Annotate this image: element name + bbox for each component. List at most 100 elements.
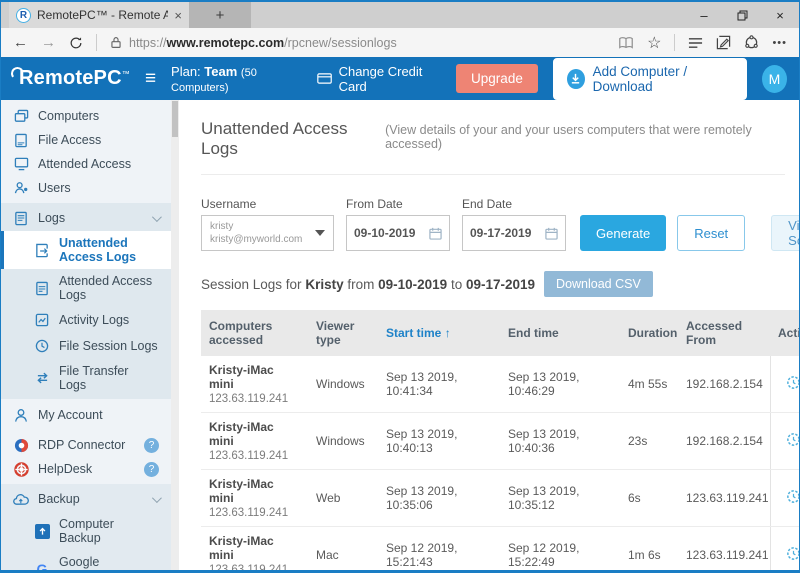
favorites-star-button[interactable]: ☆	[647, 33, 661, 53]
table-row: Kristy-iMac mini123.63.119.241 Web Sep 1…	[201, 470, 799, 527]
plus-icon: +	[216, 7, 225, 24]
end-time: Sep 13 2019, 10:40:36	[500, 413, 620, 470]
menu-hamburger-icon[interactable]: ≡	[145, 69, 156, 88]
sidebar-item-backup[interactable]: Backup	[1, 486, 171, 512]
view-scheduled-button[interactable]: View Scheduled	[771, 215, 799, 251]
end-date-label: End Date	[462, 197, 578, 211]
user-avatar[interactable]: M	[762, 65, 787, 93]
web-note-button[interactable]	[716, 35, 731, 50]
sidebar-item-logs[interactable]: Logs	[1, 205, 171, 231]
tab-close-icon[interactable]: ×	[174, 8, 182, 23]
calendar-icon[interactable]	[429, 227, 442, 240]
computer-name: Kristy-iMac mini	[209, 534, 300, 562]
computer-ip: 123.63.119.241	[209, 507, 300, 519]
end-date-field: End Date 09-17-2019	[462, 197, 578, 251]
username-select[interactable]: kristykristy@myworld.com	[201, 215, 334, 251]
computer-ip: 123.63.119.241	[209, 393, 300, 405]
page-title: Unattended Access Logs	[201, 119, 377, 159]
sidebar-item-unattended-access-logs[interactable]: Unattended Access Logs	[1, 231, 171, 269]
sidebar-item-computer-backup[interactable]: Computer Backup	[1, 512, 171, 550]
help-icon[interactable]: ?	[144, 438, 159, 453]
sort-ascending-icon[interactable]: ↑	[445, 326, 451, 340]
url-scheme: https://	[129, 36, 167, 50]
accessed-from: 192.168.2.154	[678, 356, 770, 413]
refresh-button[interactable]	[69, 36, 83, 50]
calendar-icon[interactable]	[545, 227, 558, 240]
scrollbar-thumb[interactable]	[172, 101, 178, 137]
sidebar-item-helpdesk[interactable]: HelpDesk ?	[1, 457, 171, 481]
col-start-time[interactable]: Start time ↑	[378, 310, 500, 356]
sidebar-scrollbar[interactable]	[171, 100, 179, 570]
from-date-input[interactable]: 09-10-2019	[346, 215, 450, 251]
change-credit-card-button[interactable]: Change Credit Card	[317, 64, 442, 94]
viewer-type: Windows	[308, 356, 378, 413]
file-icon	[13, 132, 29, 148]
sidebar-item-attended-access[interactable]: Attended Access	[1, 152, 171, 176]
session-from-date: 09-10-2019	[378, 277, 447, 292]
sidebar-item-activity-logs[interactable]: Activity Logs	[1, 307, 171, 333]
rdp-connector-icon	[13, 437, 29, 453]
minimize-button[interactable]: –	[685, 2, 723, 28]
remotepc-favicon-icon: R	[16, 8, 31, 23]
download-csv-button[interactable]: Download CSV	[544, 271, 653, 297]
computer-ip: 123.63.119.241	[209, 564, 300, 570]
sidebar-item-users[interactable]: Users	[1, 176, 171, 200]
share-button[interactable]	[744, 35, 759, 50]
sidebar-item-computers[interactable]: Computers	[1, 104, 171, 128]
logs-icon	[13, 210, 29, 226]
computer-name: Kristy-iMac mini	[209, 477, 300, 505]
sidebar-item-file-transfer-logs[interactable]: File Transfer Logs	[1, 359, 171, 397]
sidebar-item-google-workspace[interactable]: G Google Workspace	[1, 550, 171, 570]
col-end-time: End time	[500, 310, 620, 356]
viewer-type: Mac	[308, 527, 378, 571]
url-field[interactable]: https://www.remotepc.com/rpcnew/sessionl…	[110, 36, 605, 50]
sidebar-item-file-access[interactable]: File Access	[1, 128, 171, 152]
accessed-from: 123.63.119.241	[678, 527, 770, 571]
from-date-label: From Date	[346, 197, 462, 211]
accessed-from: 192.168.2.154	[678, 413, 770, 470]
end-time: Sep 13 2019, 10:46:29	[500, 356, 620, 413]
help-icon[interactable]: ?	[144, 462, 159, 477]
monitor-icon	[13, 156, 29, 172]
browser-titlebar: R RemotePC™ - Remote Access Lo × + – ×	[1, 2, 799, 28]
sidebar-item-rdp-connector[interactable]: RDP Connector ?	[1, 433, 171, 457]
close-window-button[interactable]: ×	[761, 2, 799, 28]
activity-history-icon[interactable]	[786, 546, 799, 561]
cloud-backup-icon	[13, 491, 29, 507]
restore-button[interactable]	[723, 2, 761, 28]
users-icon	[13, 180, 29, 196]
start-time: Sep 12 2019, 15:21:43	[378, 527, 500, 571]
end-date-input[interactable]: 09-17-2019	[462, 215, 566, 251]
url-path: /rpcnew/sessionlogs	[284, 36, 397, 50]
back-button[interactable]: ←	[13, 35, 28, 50]
activity-history-icon[interactable]	[786, 375, 799, 390]
end-time: Sep 12 2019, 15:22:49	[500, 527, 620, 571]
titlebar-drag-area	[251, 2, 685, 28]
table-row: Kristy-iMac mini123.63.119.241 Windows S…	[201, 413, 799, 470]
page-subtitle: (View details of your and your users com…	[385, 123, 785, 151]
forward-button[interactable]: →	[41, 35, 56, 50]
reset-button[interactable]: Reset	[677, 215, 745, 251]
remotepc-logo[interactable]: RemotePC™	[13, 67, 130, 90]
more-actions-button[interactable]: •••	[772, 37, 787, 49]
sidebar-item-attended-access-logs[interactable]: Attended Access Logs	[1, 269, 171, 307]
plan-info: Plan: Team (50 Computers)	[171, 64, 301, 94]
sidebar-item-my-account[interactable]: My Account	[1, 403, 171, 427]
activity-history-icon[interactable]	[786, 432, 799, 447]
upgrade-button[interactable]: Upgrade	[456, 64, 538, 93]
browser-tab[interactable]: R RemotePC™ - Remote Access Lo ×	[9, 2, 189, 28]
divider	[96, 34, 97, 51]
add-computer-download-button[interactable]: Add Computer / Download	[553, 58, 747, 100]
new-tab-button[interactable]: +	[189, 2, 251, 28]
session-logs-table: Computers accessed Viewer type Start tim…	[201, 310, 799, 570]
sidebar-item-file-session-logs[interactable]: File Session Logs	[1, 333, 171, 359]
reading-view-button[interactable]	[618, 36, 634, 50]
end-time: Sep 13 2019, 10:35:12	[500, 470, 620, 527]
col-computers-accessed: Computers accessed	[201, 310, 308, 356]
activity-history-icon[interactable]	[786, 489, 799, 504]
hub-button[interactable]	[688, 37, 703, 49]
start-time: Sep 13 2019, 10:40:13	[378, 413, 500, 470]
duration: 1m 6s	[620, 527, 678, 571]
logs-group: Logs Unattended Access Logs Attended Acc…	[1, 203, 171, 399]
generate-button[interactable]: Generate	[580, 215, 666, 251]
